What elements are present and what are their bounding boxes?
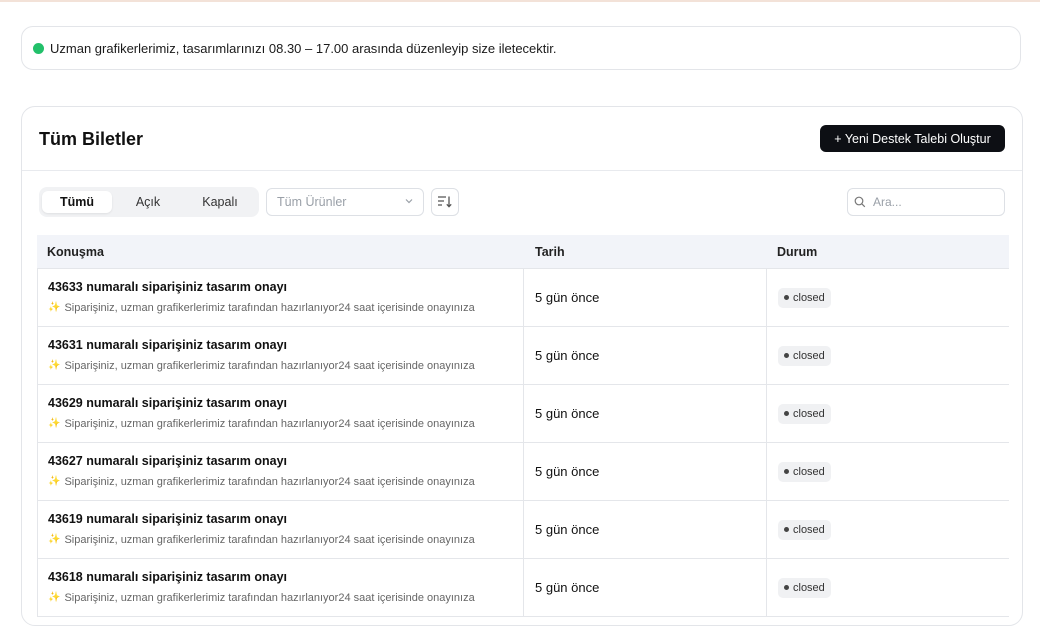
status-badge-text: closed: [793, 407, 825, 420]
row-title: 43627 numaralı siparişiniz tasarım onayı: [48, 453, 288, 468]
row-description: ✨ Siparişiniz, uzman grafikerlerimiz tara…: [48, 418, 523, 430]
sort-icon: [438, 196, 452, 208]
table-row[interactable]: 43627 numaralı siparişiniz tasarım onayı…: [37, 443, 1009, 501]
row-title: 43631 numaralı siparişiniz tasarım onayı: [48, 337, 288, 352]
status-badge: closed: [778, 287, 831, 308]
badge-dot-icon: [784, 353, 789, 358]
date-cell: 5 gün önce: [524, 327, 767, 384]
status-filter-tabs: Tümü Açık Kapalı: [39, 187, 259, 217]
status-cell: closed: [767, 385, 1009, 442]
badge-dot-icon: [784, 585, 789, 590]
top-border: [0, 0, 1040, 2]
table-row[interactable]: 43619 numaralı siparişiniz tasarım onayı…: [37, 501, 1009, 559]
badge-dot-icon: [784, 295, 789, 300]
notice-banner: Uzman grafikerlerimiz, tasarımlarınızı 0…: [21, 26, 1021, 70]
status-badge-text: closed: [793, 465, 825, 478]
sparkle-icon: ✨: [48, 592, 61, 603]
row-description-text: Siparişiniz, uzman grafikerlerimiz taraf…: [64, 591, 475, 604]
conversation-cell: 43631 numaralı siparişiniz tasarım onayı…: [38, 327, 524, 384]
date-cell: 5 gün önce: [524, 443, 767, 500]
row-title: 43619 numaralı siparişiniz tasarım onayı: [48, 511, 288, 526]
status-badge-text: closed: [793, 581, 825, 594]
conversation-cell: 43629 numaralı siparişiniz tasarım onayı…: [38, 385, 524, 442]
search-icon: [854, 196, 866, 208]
status-badge-text: closed: [793, 523, 825, 536]
row-description: ✨ Siparişiniz, uzman grafikerlerimiz tara…: [48, 302, 523, 314]
table-row[interactable]: 43629 numaralı siparişiniz tasarım onayı…: [37, 385, 1009, 443]
search-input[interactable]: [871, 194, 995, 210]
row-description-text: Siparişiniz, uzman grafikerlerimiz taraf…: [64, 533, 475, 546]
row-description: ✨ Siparişiniz, uzman grafikerlerimiz tara…: [48, 476, 523, 488]
row-description: ✨ Siparişiniz, uzman grafikerlerimiz tara…: [48, 534, 523, 546]
status-badge: closed: [778, 577, 831, 598]
row-title: 43633 numaralı siparişiniz tasarım onayı: [48, 279, 288, 294]
row-description: ✨ Siparişiniz, uzman grafikerlerimiz tara…: [48, 592, 523, 604]
tickets-card: Tüm Biletler + Yeni Destek Talebi Oluştu…: [21, 106, 1023, 626]
sparkle-icon: ✨: [48, 302, 61, 313]
column-header-conversation: Konuşma: [47, 244, 104, 259]
row-description-text: Siparişiniz, uzman grafikerlerimiz taraf…: [64, 475, 475, 488]
table-row[interactable]: 43631 numaralı siparişiniz tasarım onayı…: [37, 327, 1009, 385]
row-description: ✨ Siparişiniz, uzman grafikerlerimiz tara…: [48, 360, 523, 372]
status-cell: closed: [767, 501, 1009, 558]
page-title: Tüm Biletler: [39, 129, 144, 149]
date-cell: 5 gün önce: [524, 501, 767, 558]
table-header: Konuşma Tarih Durum: [37, 235, 1009, 269]
badge-dot-icon: [784, 527, 789, 532]
sparkle-icon: ✨: [48, 360, 61, 371]
date-cell: 5 gün önce: [524, 559, 767, 616]
row-title: 43629 numaralı siparişiniz tasarım onayı: [48, 395, 288, 410]
table-row[interactable]: 43633 numaralı siparişiniz tasarım onayı…: [37, 269, 1009, 327]
column-header-date: Tarih: [535, 244, 565, 259]
status-badge: closed: [778, 403, 831, 424]
status-cell: closed: [767, 269, 1009, 326]
search-box[interactable]: [847, 188, 1005, 216]
status-badge-text: closed: [793, 291, 825, 304]
date-cell: 5 gün önce: [524, 385, 767, 442]
conversation-cell: 43633 numaralı siparişiniz tasarım onayı…: [38, 269, 524, 326]
badge-dot-icon: [784, 411, 789, 416]
sparkle-icon: ✨: [48, 418, 61, 429]
table-row[interactable]: 43618 numaralı siparişiniz tasarım onayı…: [37, 559, 1009, 617]
sparkle-icon: ✨: [48, 476, 61, 487]
sort-button[interactable]: [431, 188, 459, 216]
tab-closed[interactable]: Kapalı: [184, 191, 256, 213]
tab-all[interactable]: Tümü: [42, 191, 112, 213]
conversation-cell: 43619 numaralı siparişiniz tasarım onayı…: [38, 501, 524, 558]
tab-open[interactable]: Açık: [112, 191, 184, 213]
card-header: Tüm Biletler + Yeni Destek Talebi Oluştu…: [22, 107, 1022, 171]
product-select-value: Tüm Ürünler: [277, 195, 347, 209]
status-cell: closed: [767, 327, 1009, 384]
product-select[interactable]: Tüm Ürünler: [266, 188, 424, 216]
notice-text: Uzman grafikerlerimiz, tasarımlarınızı 0…: [50, 40, 557, 56]
sparkle-icon: ✨: [48, 534, 61, 545]
chevron-down-icon: [405, 199, 413, 204]
tickets-table: Konuşma Tarih Durum 43633 numaralı sipar…: [37, 235, 1009, 617]
row-description-text: Siparişiniz, uzman grafikerlerimiz taraf…: [64, 301, 475, 314]
status-dot-icon: [33, 42, 44, 54]
status-cell: closed: [767, 443, 1009, 500]
conversation-cell: 43618 numaralı siparişiniz tasarım onayı…: [38, 559, 524, 616]
status-badge-text: closed: [793, 349, 825, 362]
row-description-text: Siparişiniz, uzman grafikerlerimiz taraf…: [64, 417, 475, 430]
status-badge: closed: [778, 345, 831, 366]
row-description-text: Siparişiniz, uzman grafikerlerimiz taraf…: [64, 359, 475, 372]
column-header-status: Durum: [777, 244, 818, 259]
badge-dot-icon: [784, 469, 789, 474]
row-title: 43618 numaralı siparişiniz tasarım onayı: [48, 569, 288, 584]
conversation-cell: 43627 numaralı siparişiniz tasarım onayı…: [38, 443, 524, 500]
new-ticket-button[interactable]: + Yeni Destek Talebi Oluştur: [820, 125, 1005, 152]
status-cell: closed: [767, 559, 1009, 616]
status-badge: closed: [778, 461, 831, 482]
status-badge: closed: [778, 519, 831, 540]
date-cell: 5 gün önce: [524, 269, 767, 326]
